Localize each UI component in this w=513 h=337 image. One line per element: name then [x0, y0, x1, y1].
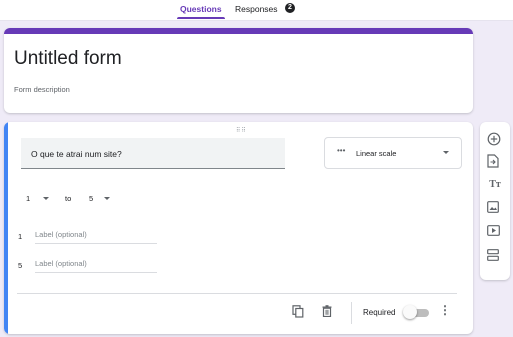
floating-toolbar: Tт: [480, 122, 510, 280]
duplicate-icon[interactable]: [292, 305, 304, 318]
linear-scale-icon: •••: [337, 146, 346, 155]
import-questions-icon[interactable]: [487, 154, 503, 170]
tab-responses[interactable]: Responses: [235, 5, 278, 19]
add-video-icon[interactable]: [487, 225, 503, 241]
question-type-label: Linear scale: [356, 149, 397, 158]
tab-responses-label: Responses: [235, 4, 278, 14]
scale-from-value: 1: [26, 194, 31, 203]
chevron-down-icon: [443, 151, 449, 154]
required-toggle-thumb[interactable]: [403, 305, 417, 319]
label-min-input[interactable]: Label (optional): [35, 229, 157, 244]
drag-handle-icon[interactable]: ⠿⠿: [236, 127, 247, 134]
add-section-icon[interactable]: [487, 249, 503, 265]
form-header-card[interactable]: [4, 28, 473, 113]
scale-to-word: to: [65, 194, 72, 203]
tab-questions[interactable]: Questions: [177, 4, 225, 19]
add-title-icon[interactable]: Tт: [487, 177, 503, 193]
label-min-number: 1: [18, 232, 23, 241]
scale-from-select[interactable]: 1: [26, 194, 30, 203]
question-type-select[interactable]: ••• Linear scale: [324, 137, 462, 169]
header-accent-bar: [4, 28, 473, 34]
question-title-text[interactable]: O que te atrai num site?: [31, 149, 122, 159]
tab-questions-label: Questions: [180, 4, 222, 14]
add-question-icon[interactable]: [487, 132, 503, 148]
footer-separator: [351, 302, 352, 324]
more-options-icon[interactable]: ⋮: [439, 303, 451, 317]
active-card-indicator: [4, 122, 8, 334]
form-description[interactable]: Form description: [14, 85, 70, 94]
label-max-input[interactable]: Label (optional): [35, 258, 157, 273]
scale-from-chevron-icon[interactable]: [43, 197, 49, 200]
question-card[interactable]: ⠿⠿ O que te atrai num site? ••• Linear s…: [4, 122, 473, 334]
delete-icon[interactable]: [322, 305, 332, 317]
question-title-field[interactable]: O que te atrai num site?: [21, 138, 285, 169]
add-image-icon[interactable]: [487, 201, 503, 217]
scale-to-select[interactable]: 5: [89, 194, 93, 203]
responses-count-badge: 2: [285, 3, 295, 13]
scale-to-chevron-icon[interactable]: [104, 197, 110, 200]
active-tab-indicator: [177, 17, 225, 19]
label-max-number: 5: [18, 261, 23, 270]
card-footer-divider: [17, 293, 457, 294]
form-title[interactable]: Untitled form: [14, 48, 122, 70]
top-tab-bar: Questions Responses 2: [0, 0, 513, 21]
required-label: Required: [363, 308, 396, 317]
scale-to-value: 5: [89, 194, 94, 203]
